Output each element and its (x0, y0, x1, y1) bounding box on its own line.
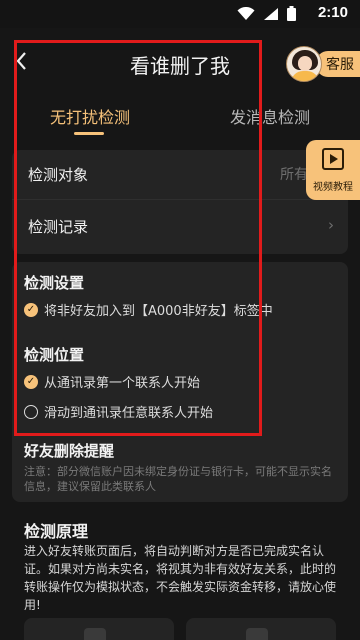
tab-no-disturb[interactable]: 无打扰检测 (50, 104, 130, 128)
customer-service-button[interactable]: 客服 (286, 44, 360, 84)
video-tutorial-button[interactable]: 视频教程 (306, 140, 360, 200)
battery-icon (287, 6, 296, 21)
position-option-first-label: 从通讯录第一个联系人开始 (44, 376, 201, 391)
add-nonfriend-tag-option[interactable]: ✓ 将非好友加入到【A000非好友】标签中 (24, 300, 273, 319)
detect-settings-card: 检测设置 ✓ 将非好友加入到【A000非好友】标签中 检测位置 ✓ 从通讯录第一… (12, 262, 348, 502)
tab-send-message[interactable]: 发消息检测 (230, 104, 310, 128)
chevron-right-icon: › (328, 216, 334, 234)
detect-target-label: 检测对象 (28, 166, 89, 184)
example-card-right (186, 618, 336, 640)
active-tab-indicator (74, 132, 104, 135)
customer-service-label: 客服 (316, 51, 360, 77)
detect-records-label: 检测记录 (28, 218, 89, 236)
settings-title: 检测设置 (24, 274, 85, 292)
unchecked-radio-icon (24, 404, 38, 419)
position-option-any[interactable]: 滑动到通讯录任意联系人开始 (24, 402, 213, 421)
status-icons (237, 6, 296, 21)
principle-text: 进入好友转账页面后，将自动判断对方是否已完成实名认证。如果对方尚未实名，将视其为… (24, 544, 337, 612)
detection-tabs: 无打扰检测 发消息检测 (0, 98, 360, 138)
video-tutorial-label: 视频教程 (313, 182, 353, 193)
checked-icon: ✓ (24, 374, 38, 389)
checked-icon: ✓ (24, 302, 38, 317)
detect-target-row[interactable]: 检测对象 所有好友 (12, 150, 348, 200)
video-icon (322, 148, 344, 170)
reminder-title: 好友删除提醒 (24, 442, 115, 460)
example-card-left (24, 618, 174, 640)
wifi-icon (237, 6, 255, 20)
detect-options-card: 检测对象 所有好友 检测记录 › (12, 150, 348, 254)
status-bar: 2:10 (0, 0, 360, 28)
avatar (246, 628, 268, 640)
principle-title: 检测原理 (24, 522, 89, 541)
position-title: 检测位置 (24, 346, 85, 364)
detect-records-row[interactable]: 检测记录 › (12, 202, 348, 252)
agent-avatar (286, 46, 322, 82)
signal-icon (264, 7, 278, 20)
position-option-first[interactable]: ✓ 从通讯录第一个联系人开始 (24, 372, 200, 391)
clock: 2:10 (317, 4, 348, 21)
position-option-any-label: 滑动到通讯录任意联系人开始 (44, 406, 214, 421)
add-nonfriend-tag-label: 将非好友加入到【A000非好友】标签中 (44, 304, 273, 319)
avatar (84, 628, 106, 640)
note-text: 注意：部分微信账户因未绑定身份证与银行卡，可能不显示实名信息，建议保留此类联系人 (24, 465, 332, 493)
